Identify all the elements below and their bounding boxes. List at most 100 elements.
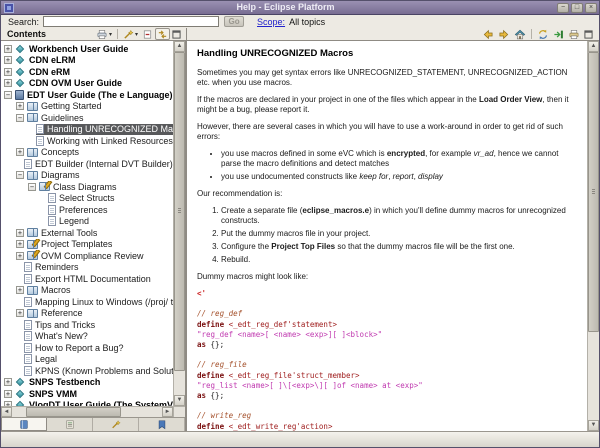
tree-item[interactable]: EDT Builder (Internal DVT Builder) [1, 158, 173, 170]
content-scroll-thumb[interactable] [588, 52, 599, 332]
tree-item[interactable]: Legal [1, 354, 173, 366]
tree-item-body[interactable]: Mapping Linux to Windows (/proj/ to [24, 296, 173, 308]
expander-icon[interactable]: + [16, 102, 24, 111]
tree-item[interactable]: + Reference [1, 308, 173, 320]
tree-item-body[interactable]: Tips and Tricks [24, 319, 173, 331]
tree-item[interactable]: What's New? [1, 331, 173, 343]
tree-item[interactable]: + Getting Started [1, 101, 173, 113]
restore-button[interactable]: □ [571, 2, 583, 13]
tree-item[interactable]: − Class Diagrams [1, 181, 173, 193]
print-menu-button[interactable]: ▾ [94, 28, 114, 40]
tree-item[interactable]: + Workbench User Guide [1, 43, 173, 55]
tree-item[interactable]: Export HTML Documentation [1, 273, 173, 285]
expander-icon[interactable]: + [16, 286, 24, 295]
tree-item-body[interactable]: Working with Linked Resources ( [36, 135, 173, 147]
expander-icon[interactable]: + [4, 79, 12, 88]
content-scroll-down-button[interactable]: ▼ [588, 420, 599, 431]
tree-item-body[interactable]: SNPS Testbench [15, 377, 173, 389]
tree-item[interactable]: + External Tools [1, 227, 173, 239]
tree-item-body[interactable]: CDN OVM User Guide [15, 78, 173, 90]
tree-item[interactable]: Preferences [1, 204, 173, 216]
expander-icon[interactable]: − [28, 182, 36, 191]
minimize-button[interactable]: − [557, 2, 569, 13]
tree-item[interactable]: Reminders [1, 262, 173, 274]
tree-item-body[interactable]: Reference [27, 308, 173, 320]
tree-item-body[interactable]: EDT Builder (Internal DVT Builder) [24, 158, 173, 170]
scroll-down-button[interactable]: ▼ [174, 395, 185, 406]
tree-item-body[interactable]: Handling UNRECOGNIZED Macros [36, 123, 173, 135]
go-button[interactable]: Go [224, 16, 245, 27]
link-with-contents-button[interactable] [155, 28, 170, 40]
expander-icon[interactable]: + [16, 309, 24, 318]
tree-item[interactable]: Legend [1, 216, 173, 228]
tree-item[interactable]: + CDN eRM [1, 66, 173, 78]
print-page-button[interactable] [566, 28, 582, 40]
maximize-button[interactable] [582, 28, 595, 40]
tree-item-body[interactable]: SNPS VMM [15, 388, 173, 400]
tree-item[interactable]: + SNPS Testbench [1, 377, 173, 389]
tree-item-body[interactable]: Getting Started [27, 101, 173, 113]
tree-item[interactable]: + CDN OVM User Guide [1, 78, 173, 90]
tree-item[interactable]: Select Structs [1, 193, 173, 205]
content-scroll-track[interactable] [588, 52, 599, 420]
tree-item[interactable]: + CDN eLRM [1, 55, 173, 67]
tree-item[interactable]: KPNS (Known Problems and Solutio [1, 365, 173, 377]
tree-item[interactable]: + Concepts [1, 147, 173, 159]
tree-item[interactable]: + SNPS VMM [1, 388, 173, 400]
tree-item-body[interactable]: Select Structs [48, 193, 173, 205]
tree-item-body[interactable]: External Tools [27, 227, 173, 239]
tree-item[interactable]: − Diagrams [1, 170, 173, 182]
tree-item-body[interactable]: How to Report a Bug? [24, 342, 173, 354]
tree-item-body[interactable]: Legal [24, 354, 173, 366]
tree-item-body[interactable]: What's New? [24, 331, 173, 343]
expander-icon[interactable]: + [4, 56, 12, 65]
tree-scroll-track[interactable] [174, 52, 185, 395]
tree-item-body[interactable]: Concepts [27, 147, 173, 159]
tree-item-body[interactable]: Guidelines [27, 112, 173, 124]
tree-item[interactable]: Handling UNRECOGNIZED Macros [1, 123, 173, 135]
collapse-all-button[interactable] [140, 28, 155, 40]
tree-item-body[interactable]: Project Templates [27, 239, 173, 251]
scope-link[interactable]: Scope: [257, 17, 285, 27]
expander-icon[interactable]: + [16, 228, 24, 237]
highlight-button[interactable]: ▾ [121, 28, 140, 40]
tree-item-body[interactable]: Export HTML Documentation [24, 273, 173, 285]
expander-icon[interactable]: + [4, 67, 12, 76]
expander-icon[interactable]: + [4, 378, 12, 387]
tab-bookmarks[interactable] [139, 418, 185, 431]
tree-horizontal-scrollbar[interactable]: ◄ ► [1, 406, 173, 417]
expander-icon[interactable]: + [4, 389, 12, 398]
tree-item-body[interactable]: Diagrams [27, 170, 173, 182]
tree-item-body[interactable]: Legend [48, 216, 173, 228]
tree-vertical-scrollbar[interactable]: ▲ ▼ [173, 41, 185, 406]
tree-item[interactable]: − EDT User Guide (The e Language) [1, 89, 173, 101]
tree-item-body[interactable]: Workbench User Guide [15, 43, 173, 55]
tree-item-body[interactable]: OVM Compliance Review [27, 250, 173, 262]
tree-item-body[interactable]: Preferences [48, 204, 173, 216]
home-button[interactable] [512, 28, 528, 40]
tree-hscroll-thumb[interactable] [26, 407, 121, 417]
tree-item[interactable]: Working with Linked Resources ( [1, 135, 173, 147]
tree-item-body[interactable]: Class Diagrams [39, 181, 173, 193]
bookmark-topic-button[interactable] [551, 28, 566, 40]
tree-scroll-thumb[interactable] [174, 52, 185, 371]
maximize-view-button[interactable] [170, 28, 183, 40]
expander-icon[interactable]: + [4, 44, 12, 53]
tab-index[interactable] [47, 418, 93, 431]
expander-icon[interactable]: + [16, 240, 24, 249]
tree-item[interactable]: − Guidelines [1, 112, 173, 124]
content-vertical-scrollbar[interactable]: ▲ ▼ [587, 41, 599, 431]
tree-item[interactable]: How to Report a Bug? [1, 342, 173, 354]
tree-item[interactable]: + Macros [1, 285, 173, 297]
tree-item-body[interactable]: CDN eRM [15, 66, 173, 78]
tree-item[interactable]: + OVM Compliance Review [1, 250, 173, 262]
tree-item[interactable]: + Project Templates [1, 239, 173, 251]
tree-item-body[interactable]: EDT User Guide (The e Language) [15, 89, 173, 101]
tab-search-results[interactable] [93, 418, 139, 431]
tree-item[interactable]: Mapping Linux to Windows (/proj/ to [1, 296, 173, 308]
tree-item-body[interactable]: Reminders [24, 262, 173, 274]
scroll-right-button[interactable]: ► [162, 407, 173, 417]
back-button[interactable] [480, 28, 496, 40]
tree-item[interactable]: Tips and Tricks [1, 319, 173, 331]
tree-item-body[interactable]: Macros [27, 285, 173, 297]
